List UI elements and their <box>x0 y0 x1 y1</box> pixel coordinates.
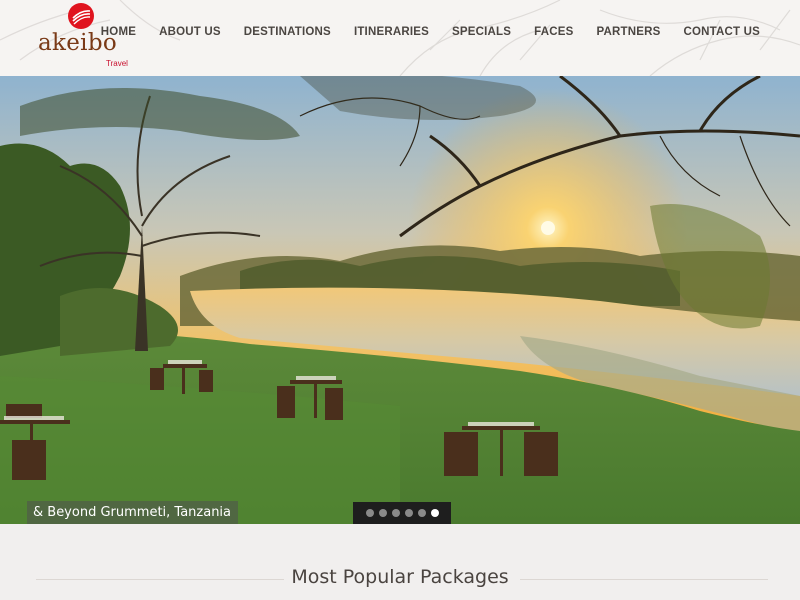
hero-slider[interactable]: & Beyond Grummeti, Tanzania <box>0 76 800 524</box>
nav-item-specials[interactable]: SPECIALS <box>452 26 511 38</box>
slider-dot-6[interactable] <box>430 509 439 517</box>
slider-dot-5[interactable] <box>417 509 426 517</box>
slider-pagination <box>353 502 451 524</box>
slider-dot-1[interactable] <box>365 509 374 517</box>
site-header: akeibo Travel HOME ABOUT US DESTINATIONS… <box>0 0 800 76</box>
nav-item-contact-us[interactable]: CONTACT US <box>683 26 760 38</box>
nav-item-about-us[interactable]: ABOUT US <box>159 26 221 38</box>
brand-subtitle: Travel <box>106 59 128 68</box>
section-title: Most Popular Packages <box>291 566 509 588</box>
slider-dot-4[interactable] <box>404 509 413 517</box>
nav-item-destinations[interactable]: DESTINATIONS <box>244 26 331 38</box>
title-rule-right <box>520 579 768 580</box>
hero-image <box>0 76 800 524</box>
nav-item-partners[interactable]: PARTNERS <box>596 26 660 38</box>
nav-item-itineraries[interactable]: ITINERARIES <box>354 26 429 38</box>
main-nav: HOME ABOUT US DESTINATIONS ITINERARIES S… <box>78 26 760 38</box>
slider-dot-3[interactable] <box>391 509 400 517</box>
nav-item-home[interactable]: HOME <box>101 26 136 38</box>
slide-caption: & Beyond Grummeti, Tanzania <box>27 501 239 524</box>
slider-dot-2[interactable] <box>378 509 387 517</box>
nav-item-faces[interactable]: FACES <box>534 26 573 38</box>
popular-packages-section: Most Popular Packages <box>0 524 800 600</box>
